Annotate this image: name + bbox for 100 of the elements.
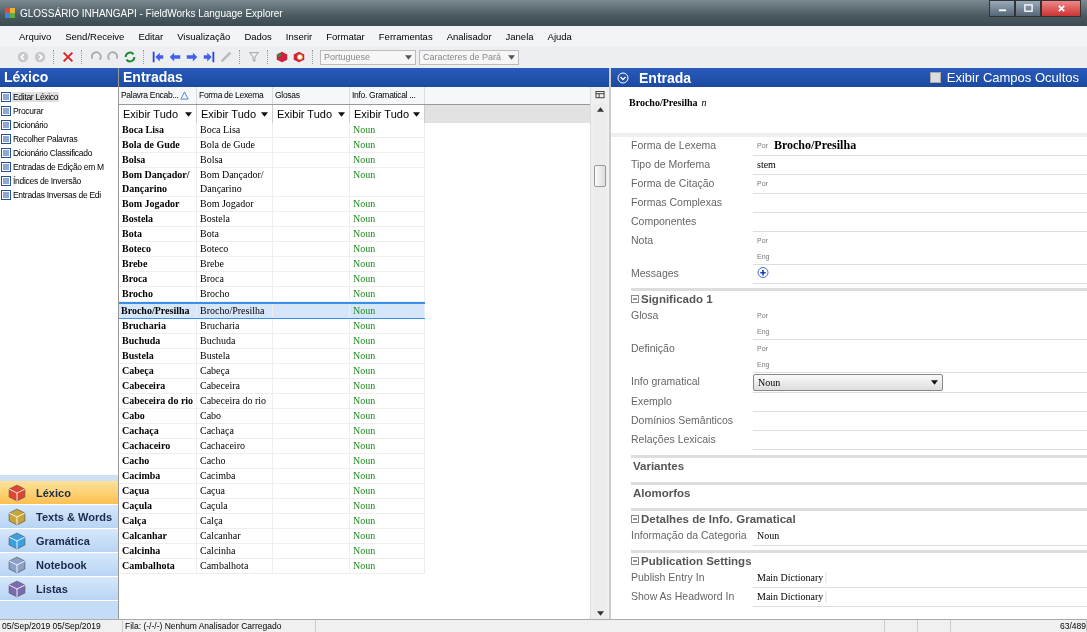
scrollbar[interactable] [593,104,607,619]
table-row[interactable]: Boca Lisa Boca Lisa Noun [119,123,425,138]
sidebar-item[interactable]: Editar Léxico [12,92,60,102]
table-row[interactable]: Cabeceira Cabeceira Noun [119,379,425,394]
sidebar-item[interactable]: Índices de Inversão [12,176,82,186]
previous-icon[interactable] [168,50,182,64]
menu-item[interactable]: Dados [237,30,279,42]
table-row[interactable]: Cachaceiro Cachaceiro Noun [119,439,425,454]
field-value[interactable]: stem [757,158,776,170]
table-row[interactable]: Bom Dançador/ Dançarino Bom Dançador/ Dançarino Noun [119,168,425,197]
status-parser: Fila: (-/-/-) Nenhum Analisador Carregado [123,620,316,632]
table-row[interactable]: Bota Bota Noun [119,227,425,242]
next-icon[interactable] [185,50,199,64]
menu-item[interactable]: Send/Receive [58,30,132,42]
delete-icon[interactable] [61,50,75,64]
column-chooser-icon[interactable] [595,91,605,100]
maximize-button[interactable] [1015,0,1041,17]
scrollbar-thumb[interactable] [594,165,606,187]
table-row[interactable]: Boteco Boteco Noun [119,242,425,257]
table-row[interactable]: Cabeceira do rio Cabeceira do rio Noun [119,394,425,409]
insert-entry-icon[interactable] [275,50,289,64]
table-row[interactable]: Caçula Caçula Noun [119,499,425,514]
filter-combo[interactable]: Exibir Tudo [119,105,197,123]
entries-header: Entradas [119,68,609,87]
menu-item[interactable]: Arquivo [12,30,59,42]
table-row[interactable]: Cabeça Cabeça Noun [119,364,425,379]
area-button[interactable]: Notebook [0,553,118,577]
menu-item[interactable]: Editar [131,30,171,42]
vernacular-combo[interactable]: Portuguese [320,49,416,65]
table-row[interactable]: Bom Jogador Bom Jogador Noun [119,197,425,212]
menu-item[interactable]: Janela [498,30,541,42]
filter-combo[interactable]: Exibir Tudo [273,105,350,123]
table-row[interactable]: Bostela Bostela Noun [119,212,425,227]
column-header[interactable]: Info. Gramatical ... [350,87,425,104]
table-cell: Noun [350,227,425,241]
area-button[interactable]: Léxico [0,481,118,505]
collapse-icon[interactable] [631,295,639,303]
last-icon[interactable] [202,50,216,64]
sidebar-item[interactable]: Recolher Palavras [12,134,79,144]
table-row[interactable]: Broca Broca Noun [119,272,425,287]
table-row[interactable]: Bola de Gude Bola de Gude Noun [119,138,425,153]
field-label: Informação da Categoria [631,528,748,543]
column-header[interactable]: Palavra Encab... [119,87,197,104]
collapse-icon[interactable] [631,515,639,523]
table-row[interactable]: Cacho Cacho Noun [119,454,425,469]
add-message-icon[interactable] [757,267,769,279]
sidebar-item[interactable]: Entradas Inversas de Edi [12,190,102,200]
cube-icon [8,531,26,550]
table-row[interactable]: Cabo Cabo Noun [119,409,425,424]
filter-combo[interactable]: Exibir Tudo [197,105,273,123]
field-value[interactable]: Main Dictionary [757,571,828,583]
minimize-button[interactable] [989,0,1015,17]
sidebar-item[interactable]: Dicionário Classificado [12,148,94,158]
refresh-icon[interactable] [123,50,137,64]
close-button[interactable] [1041,0,1081,17]
scroll-down-icon[interactable] [596,611,604,616]
menu-item[interactable]: Inserir [278,30,320,42]
table-row[interactable]: Buchuda Buchuda Noun [119,334,425,349]
find-entry-icon[interactable] [292,50,306,64]
table-row[interactable]: Calcinha Calcinha Noun [119,544,425,559]
table-cell: Noun [350,439,425,453]
status-count: 63/489 [951,620,1087,632]
field-value[interactable]: Noun [757,529,780,541]
table-row[interactable]: Brocho/Presilha Brocho/Presilha Noun [119,302,425,319]
sidebar-item[interactable]: Dicionário [12,120,49,130]
writing-system-combo[interactable]: Caracteres de Pará [419,49,519,65]
table-row[interactable]: Calça Calça Noun [119,514,425,529]
table-row[interactable]: Calcanhar Calcanhar Noun [119,529,425,544]
collapse-icon[interactable] [631,557,639,565]
table-row[interactable]: Cachaça Cachaça Noun [119,424,425,439]
sidebar-item[interactable]: Entradas de Edição em M [12,162,105,172]
filter-combo[interactable]: Exibir Tudo [350,105,425,123]
menu-item[interactable]: Analisador [439,30,499,42]
grammatical-info-combo[interactable]: Noun [753,374,943,391]
table-cell: Brocho [119,287,197,301]
table-cell: Calça [119,514,197,528]
menu-item[interactable]: Formatar [319,30,372,42]
first-icon[interactable] [151,50,165,64]
table-cell: Cambalhota [197,559,273,573]
area-button[interactable]: Gramática [0,529,118,553]
sidebar-item[interactable]: Procurar [12,106,45,116]
menu-item[interactable]: Ferramentas [371,30,440,42]
table-row[interactable]: Brucharia Brucharia Noun [119,319,425,334]
field-value[interactable]: Brocho/Presilha [773,137,857,153]
table-row[interactable]: Cambalhota Cambalhota Noun [119,559,425,574]
menu-item[interactable]: Ajuda [540,30,579,42]
scroll-up-icon[interactable] [596,107,604,112]
table-row[interactable]: Caçua Caçua Noun [119,484,425,499]
checkbox-label[interactable]: Exibir Campos Ocultos [946,70,1079,85]
area-button[interactable]: Listas [0,577,118,601]
field-value[interactable]: Main Dictionary [757,590,828,602]
table-row[interactable]: Bustela Bustela Noun [119,349,425,364]
column-header[interactable]: Glosas [273,87,350,104]
table-row[interactable]: Brebe Brebe Noun [119,257,425,272]
area-button[interactable]: Texts & Words [0,505,118,529]
checkbox[interactable] [929,72,941,83]
table-row[interactable]: Bolsa Bolsa Noun [119,153,425,168]
column-header[interactable]: Forma de Lexema [197,87,273,104]
table-row[interactable]: Cacimba Cacimba Noun [119,469,425,484]
menu-item[interactable]: Visualização [170,30,238,42]
